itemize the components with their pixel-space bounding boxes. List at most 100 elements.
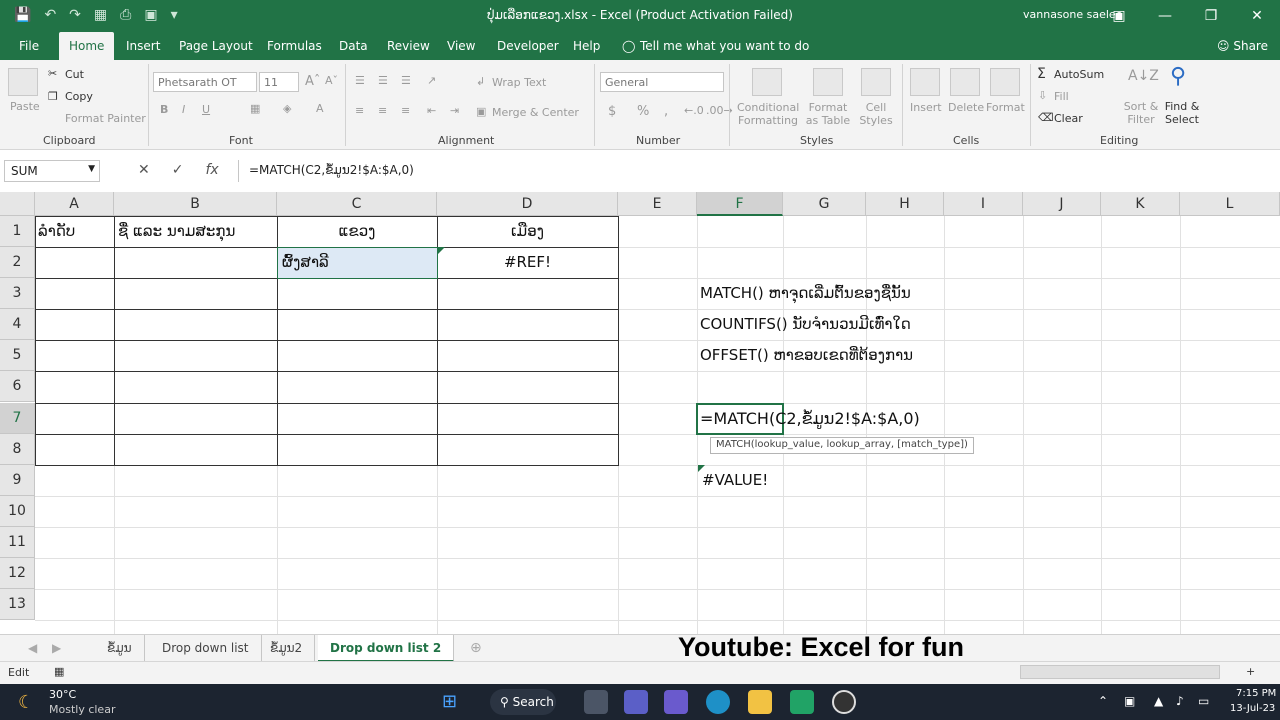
file-explorer-icon[interactable] [748, 690, 772, 714]
row-header-2[interactable]: 2 [0, 247, 35, 278]
format-cells-icon[interactable] [990, 68, 1020, 96]
currency-icon[interactable]: $ [608, 104, 616, 119]
minimize-icon[interactable]: — [1142, 0, 1188, 32]
cut-button[interactable]: Cut [65, 68, 84, 81]
font-size-input[interactable]: 11 [259, 72, 299, 92]
tell-me-search[interactable]: Tell me what you want to do [640, 39, 809, 53]
merge-center-icon[interactable]: ▣ [476, 105, 486, 118]
column-header-l[interactable]: L [1180, 192, 1280, 216]
tab-file[interactable]: File [19, 39, 39, 53]
tab-formulas[interactable]: Formulas [267, 39, 322, 53]
horizontal-scrollbar[interactable] [1020, 665, 1220, 679]
sheet-tab-data-2[interactable]: ຂໍ້ມູນ2 [258, 635, 316, 662]
obs-icon[interactable] [832, 690, 856, 714]
column-header-a[interactable]: A [35, 192, 114, 216]
cell-d1[interactable]: ເມືອງ [437, 216, 618, 247]
windows-start-icon[interactable]: ⊞ [442, 691, 457, 712]
tray-app-icon[interactable]: ▣ [1124, 694, 1135, 708]
find-select-button[interactable]: Find & Select [1160, 100, 1204, 126]
cell-b1[interactable]: ຊື່ ແລະ ນາມສະກຸນ [118, 216, 235, 247]
tab-developer[interactable]: Developer [497, 39, 559, 53]
insert-function-icon[interactable]: fx [205, 162, 218, 178]
format-as-table-button[interactable]: Format as Table [802, 101, 854, 127]
insert-cells-icon[interactable] [910, 68, 940, 96]
delete-cells-icon[interactable] [950, 68, 980, 96]
cell-styles-icon[interactable] [861, 68, 891, 96]
borders-icon[interactable]: ▦ [250, 102, 260, 115]
cell-f3[interactable]: MATCH() ຫາຈຸດເລີ່ມຕົ້ນຂອງຊື່ນັ້ນ [700, 278, 911, 309]
column-header-h[interactable]: H [866, 192, 944, 216]
row-header-6[interactable]: 6 [0, 371, 35, 402]
paste-button[interactable]: Paste [10, 100, 40, 113]
cell-f5[interactable]: OFFSET() ຫາຂອບເຂດທີ່ຕ້ອງການ [700, 340, 913, 371]
number-format-select[interactable]: General [600, 72, 724, 92]
task-view-icon[interactable] [584, 690, 608, 714]
column-header-e[interactable]: E [618, 192, 697, 216]
tab-review[interactable]: Review [387, 39, 430, 53]
copilot-icon[interactable] [664, 690, 688, 714]
formula-input[interactable]: =MATCH(C2,ຂໍ້ມູນ2!$A:$A,0) [238, 160, 1280, 182]
align-left-icon[interactable]: ≡ [355, 104, 364, 117]
bold-icon[interactable]: B [160, 103, 168, 116]
cell-c1[interactable]: ແຂວງ [277, 216, 437, 247]
autosum-button[interactable]: AutoSum [1054, 68, 1104, 81]
font-color-icon[interactable]: A [316, 102, 324, 115]
row-header-10[interactable]: 10 [0, 496, 35, 527]
row-header-1[interactable]: 1 [0, 216, 35, 247]
ribbon-display-icon[interactable]: ▣ [1096, 0, 1142, 32]
column-header-f[interactable]: F [697, 192, 783, 216]
cancel-icon[interactable]: ✕ [138, 162, 150, 178]
merge-center-button[interactable]: Merge & Center [492, 106, 579, 119]
cell-styles-button[interactable]: Cell Styles [857, 101, 895, 127]
align-top-icon[interactable]: ☰ [355, 74, 365, 87]
italic-icon[interactable]: I [182, 103, 185, 116]
row-header-5[interactable]: 5 [0, 340, 35, 371]
tab-help[interactable]: Help [573, 39, 600, 53]
align-right-icon[interactable]: ≡ [401, 104, 410, 117]
cell-f4[interactable]: COUNTIFS() ນັບຈຳນວນມີເທົ່າໃດ [700, 309, 911, 340]
align-middle-icon[interactable]: ☰ [378, 74, 388, 87]
sort-filter-button[interactable]: Sort & Filter [1122, 100, 1160, 126]
percent-icon[interactable]: % [637, 104, 649, 119]
tray-chevron-icon[interactable]: ⌃ [1098, 694, 1108, 708]
select-all-button[interactable] [0, 192, 35, 216]
battery-icon[interactable]: ▭ [1198, 694, 1209, 708]
copy-button[interactable]: Copy [65, 90, 93, 103]
scroll-right-icon[interactable]: ▶ [52, 641, 61, 655]
tab-page-layout[interactable]: Page Layout [179, 39, 253, 53]
row-header-7[interactable]: 7 [0, 403, 35, 434]
clear-icon[interactable]: ⌫ [1038, 111, 1054, 124]
volume-icon[interactable]: ♪ [1176, 694, 1184, 708]
row-header-8[interactable]: 8 [0, 434, 35, 465]
worksheet-grid[interactable]: A B C D E F G H I J K L 1 2 3 4 5 6 7 8 … [0, 192, 1280, 634]
underline-icon[interactable]: U [202, 103, 210, 116]
align-center-icon[interactable]: ≡ [378, 104, 387, 117]
orientation-icon[interactable]: ↗ [427, 74, 436, 87]
cell-d2[interactable]: #REF! [437, 247, 618, 278]
format-cells-button[interactable]: Format [986, 101, 1025, 114]
enter-icon[interactable]: ✓ [172, 162, 184, 178]
decrease-font-icon[interactable]: Aˇ [325, 74, 338, 87]
format-as-table-icon[interactable] [813, 68, 843, 96]
scroll-left-icon[interactable]: ◀ [28, 641, 37, 655]
increase-font-icon[interactable]: Aˆ [305, 74, 320, 89]
increase-indent-icon[interactable]: ⇥ [450, 104, 459, 117]
cell-f7[interactable]: =MATCH(C2,ຂໍ້ມູນ2!$A:$A,0) [700, 403, 920, 434]
add-sheet-icon[interactable]: ⊕ [470, 640, 482, 656]
clock-date[interactable]: 13-Jul-23 [1230, 703, 1275, 714]
edge-icon[interactable] [706, 690, 730, 714]
row-header-9[interactable]: 9 [0, 465, 35, 496]
search-button[interactable]: ⚲ Search [490, 689, 556, 715]
tab-view[interactable]: View [447, 39, 475, 53]
name-box[interactable]: SUM ▼ [4, 160, 100, 182]
share-button[interactable]: ☺ Share [1217, 39, 1268, 53]
column-header-g[interactable]: G [783, 192, 866, 216]
column-header-i[interactable]: I [944, 192, 1023, 216]
wrap-text-button[interactable]: Wrap Text [492, 76, 546, 89]
copy-icon[interactable]: ❐ [48, 90, 58, 103]
conditional-formatting-icon[interactable] [752, 68, 782, 96]
cut-icon[interactable]: ✂ [48, 67, 57, 80]
row-header-12[interactable]: 12 [0, 558, 35, 589]
find-icon[interactable]: ⚲ [1170, 64, 1186, 89]
column-header-b[interactable]: B [114, 192, 277, 216]
